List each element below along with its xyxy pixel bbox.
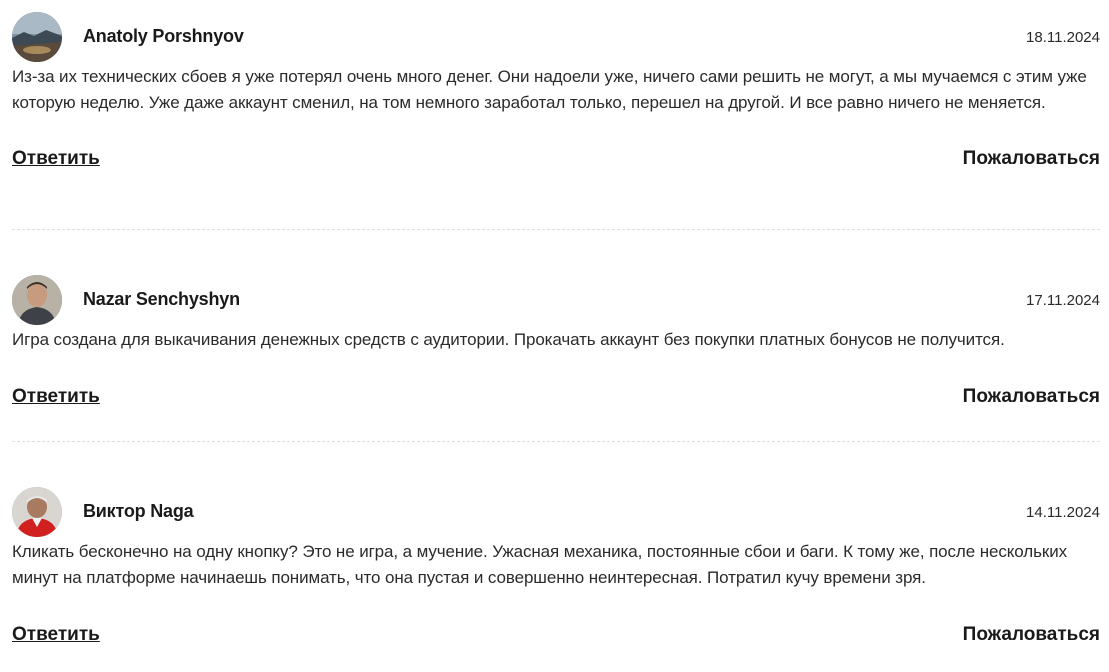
review-date: 17.11.2024 <box>1026 292 1100 309</box>
report-link[interactable]: Пожаловаться <box>963 624 1100 646</box>
review-header: Nazar Senchyshyn 17.11.2024 <box>12 275 1100 327</box>
divider <box>12 441 1100 442</box>
report-link[interactable]: Пожаловаться <box>963 148 1100 170</box>
avatar-image <box>12 487 62 537</box>
review-text: Игра создана для выкачивания денежных ср… <box>12 330 1005 349</box>
reply-link[interactable]: Ответить <box>12 624 100 646</box>
review-card: Виктор Naga 14.11.2024 Кликать бесконечн… <box>12 487 1100 650</box>
review-date: 18.11.2024 <box>1026 29 1100 46</box>
review-text: Из-за их технических сбоев я уже потерял… <box>12 67 1087 112</box>
avatar[interactable] <box>12 487 62 537</box>
reply-link[interactable]: Ответить <box>12 386 100 408</box>
review-text: Кликать бесконечно на одну кнопку? Это н… <box>12 542 1067 587</box>
review-author: Anatoly Porshnyov <box>83 26 244 46</box>
divider <box>12 229 1100 230</box>
review-author: Nazar Senchyshyn <box>83 289 240 309</box>
avatar-image <box>12 12 62 62</box>
report-link[interactable]: Пожаловаться <box>963 386 1100 408</box>
reply-link[interactable]: Ответить <box>12 148 100 170</box>
review-date: 14.11.2024 <box>1026 504 1100 521</box>
review-card: Nazar Senchyshyn 17.11.2024 Игра создана… <box>12 275 1100 412</box>
review-actions: Ответить Пожаловаться <box>12 148 1100 174</box>
review-actions: Ответить Пожаловаться <box>12 624 1100 650</box>
avatar[interactable] <box>12 12 62 62</box>
avatar-image <box>12 275 62 325</box>
review-author: Виктор Naga <box>83 501 194 521</box>
review-actions: Ответить Пожаловаться <box>12 386 1100 412</box>
review-header: Виктор Naga 14.11.2024 <box>12 487 1100 539</box>
review-card: Anatoly Porshnyov 18.11.2024 Из-за их те… <box>12 12 1100 174</box>
avatar[interactable] <box>12 275 62 325</box>
review-header: Anatoly Porshnyov 18.11.2024 <box>12 12 1100 64</box>
